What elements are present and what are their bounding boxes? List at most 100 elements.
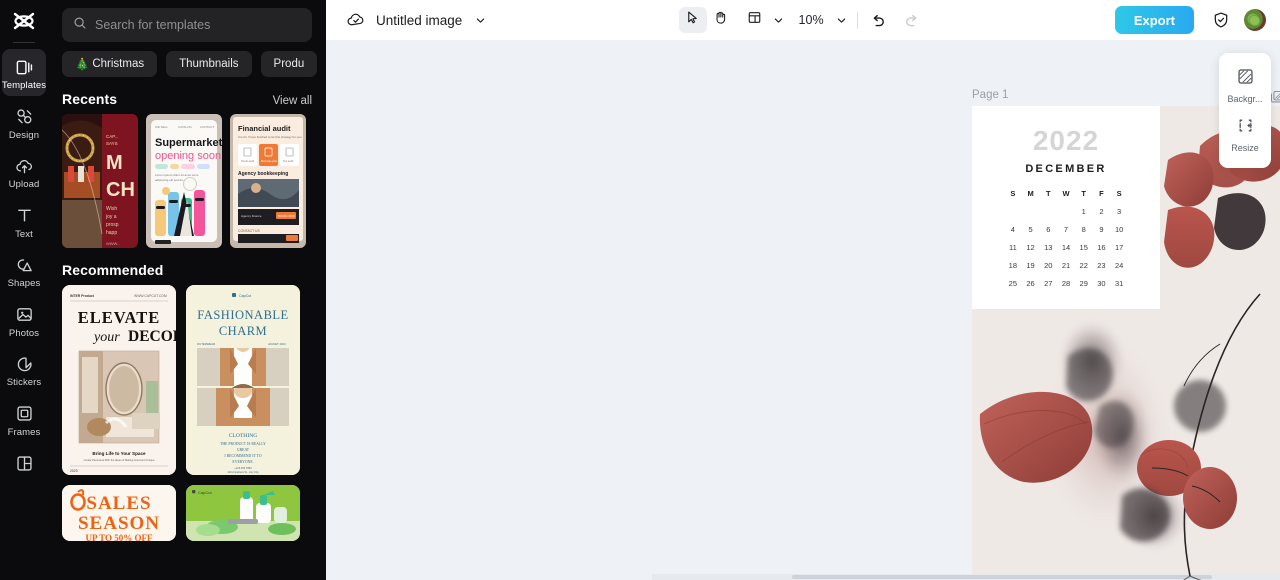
cloud-saved-icon[interactable] <box>346 10 366 30</box>
svg-text:Agency bookkeeping: Agency bookkeeping <box>238 171 288 177</box>
list-item[interactable]: WE SELL CATALOG CONTACT Supermarket open… <box>146 114 222 248</box>
calendar-blank <box>1004 207 1022 216</box>
svg-text:GREAT: GREAT <box>237 448 250 452</box>
redo-button[interactable] <box>900 9 923 32</box>
list-item[interactable]: CAP... SAYS M CH Wish joy a prosp happ W… <box>62 114 138 248</box>
section-title: Recommended <box>62 262 164 278</box>
export-button[interactable]: Export <box>1114 6 1194 34</box>
calendar-day: 1 <box>1081 207 1086 216</box>
sidebar-item-templates[interactable]: Templates <box>2 49 46 96</box>
select-tool[interactable] <box>678 7 707 33</box>
calendar-day: 22 <box>1079 261 1088 270</box>
layout-tool[interactable] <box>741 7 769 33</box>
view-all-link[interactable]: View all <box>273 95 312 107</box>
calendar-day: 21 <box>1061 261 1071 270</box>
hand-tool[interactable] <box>707 7 735 33</box>
chip-label: Thumbnails <box>179 58 239 70</box>
canvas-area[interactable]: Page 1 2022 DECEMBER S M T W T F S 1 2 3… <box>326 40 1280 580</box>
undo-button[interactable] <box>867 9 890 32</box>
list-item[interactable]: CapCut FASHIONABLE CHARM OUTERWEAR JACKE… <box>186 285 300 475</box>
background-button[interactable]: Backgr... <box>1219 61 1271 110</box>
upload-cloud-icon <box>13 155 35 177</box>
calendar-day: 13 <box>1044 243 1053 252</box>
calendar-dow: S <box>1116 189 1122 198</box>
recents-header: Recents View all <box>48 77 326 114</box>
sidebar-item-shapes[interactable]: Shapes <box>2 247 46 294</box>
stickers-icon <box>13 353 35 375</box>
calendar-blank <box>1039 207 1057 216</box>
svg-text:CAP...: CAP... <box>106 134 118 139</box>
sidebar-item-frames[interactable]: Frames <box>2 396 46 443</box>
duplicate-page-icon[interactable] <box>1270 90 1280 104</box>
calendar-month: DECEMBER <box>1025 163 1107 175</box>
recommended-list: INTER Product WWW.CAPCUT.COM ELEVATE you… <box>48 285 326 541</box>
calendar-widget[interactable]: 2022 DECEMBER S M T W T F S 1 2 3 4 5 6 7 8 9 10 11 12 13 14… <box>972 106 1160 309</box>
sidebar-item-label: Frames <box>7 426 41 438</box>
list-item[interactable]: SALES SEASON UP TO 50% OFF <box>62 485 176 541</box>
zoom-level[interactable]: 10% <box>799 13 824 27</box>
search-icon <box>73 16 87 35</box>
calendar-dow: F <box>1099 189 1104 198</box>
list-item[interactable]: INTER Product WWW.CAPCUT.COM ELEVATE you… <box>62 285 176 475</box>
list-item[interactable]: CapCut <box>186 485 300 541</box>
sidebar-item-photos[interactable]: Photos <box>2 297 46 344</box>
calendar-day: 2 <box>1099 207 1104 216</box>
document-title[interactable]: Untitled image <box>376 13 462 28</box>
svg-text:SAYS: SAYS <box>106 141 118 146</box>
rail-divider <box>13 42 35 43</box>
chip-christmas[interactable]: 🎄 Christmas <box>62 51 158 77</box>
layout-grid-icon <box>747 10 762 30</box>
svg-text:CHARM: CHARM <box>219 324 267 338</box>
calendar-day: 3 <box>1117 207 1122 216</box>
right-tools-panel: Backgr... Resize <box>1219 53 1271 168</box>
calendar-day: 20 <box>1044 261 1053 270</box>
svg-text:OUTERWEAR: OUTERWEAR <box>197 342 215 346</box>
capcut-logo-icon[interactable] <box>0 4 48 38</box>
svg-text:2023: 2023 <box>70 469 78 473</box>
calendar-day: 14 <box>1061 243 1071 252</box>
sidebar-item-layouts[interactable] <box>2 445 46 479</box>
templates-panel: Search for templates 🎄 Christmas Thumbna… <box>48 0 326 580</box>
list-item[interactable]: Financial audit It is for I have finishe… <box>230 114 306 248</box>
design-page[interactable]: 2022 DECEMBER S M T W T F S 1 2 3 4 5 6 7 8 9 10 11 12 13 14… <box>972 106 1280 580</box>
chip-products[interactable]: Produ <box>260 51 318 77</box>
svg-text:CapCut: CapCut <box>239 294 251 298</box>
sidebar-item-upload[interactable]: Upload <box>2 148 46 195</box>
chevron-down-icon[interactable] <box>474 14 486 26</box>
svg-text:It is for I have finished to l: It is for I have finished to let this st… <box>238 135 302 139</box>
zoom-chevron-down-icon[interactable] <box>836 14 848 26</box>
avatar[interactable] <box>1244 9 1266 31</box>
svg-text:happ: happ <box>106 230 117 236</box>
text-icon <box>13 205 35 227</box>
calendar-day: 19 <box>1026 261 1035 270</box>
main-area: Untitled image 10% Export Page 1 2022 DE… <box>326 0 1280 580</box>
hand-icon <box>713 10 728 30</box>
svg-text:Create Panorama With the Ideas: Create Panorama With the Ideas of Making… <box>84 458 155 462</box>
svg-text:UP TO 50% OFF: UP TO 50% OFF <box>86 533 153 541</box>
sidebar-item-label: Templates <box>1 80 47 91</box>
sidebar-item-label: Upload <box>8 179 40 190</box>
photos-icon <box>13 304 35 326</box>
sidebar-item-text[interactable]: Text <box>2 198 46 245</box>
calendar-day: 23 <box>1097 261 1106 270</box>
svg-text:EVERYONE.: EVERYONE. <box>232 460 253 464</box>
sidebar-item-label: Text <box>15 228 33 240</box>
calendar-dow: T <box>1045 189 1051 198</box>
sidebar-item-design[interactable]: Design <box>2 99 46 146</box>
resize-button[interactable]: Resize <box>1219 110 1271 159</box>
calendar-day: 17 <box>1114 243 1124 252</box>
svg-text:Wish: Wish <box>106 206 117 212</box>
chip-thumbnails[interactable]: Thumbnails <box>166 51 252 77</box>
search-input[interactable]: Search for templates <box>62 8 312 42</box>
svg-text:CATALOG: CATALOG <box>178 125 193 129</box>
shield-check-icon[interactable] <box>1212 11 1230 29</box>
sidebar-item-stickers[interactable]: Stickers <box>2 346 46 393</box>
chip-label: Produ <box>273 58 305 70</box>
shapes-icon <box>13 254 35 276</box>
recents-list: CAP... SAYS M CH Wish joy a prosp happ W… <box>48 114 326 248</box>
calendar-day: 8 <box>1081 225 1086 234</box>
calendar-day: 26 <box>1026 279 1035 288</box>
calendar-day: 28 <box>1061 279 1071 288</box>
layout-chevron-down-icon[interactable] <box>773 14 785 26</box>
svg-text:CLOTHING: CLOTHING <box>229 433 258 439</box>
